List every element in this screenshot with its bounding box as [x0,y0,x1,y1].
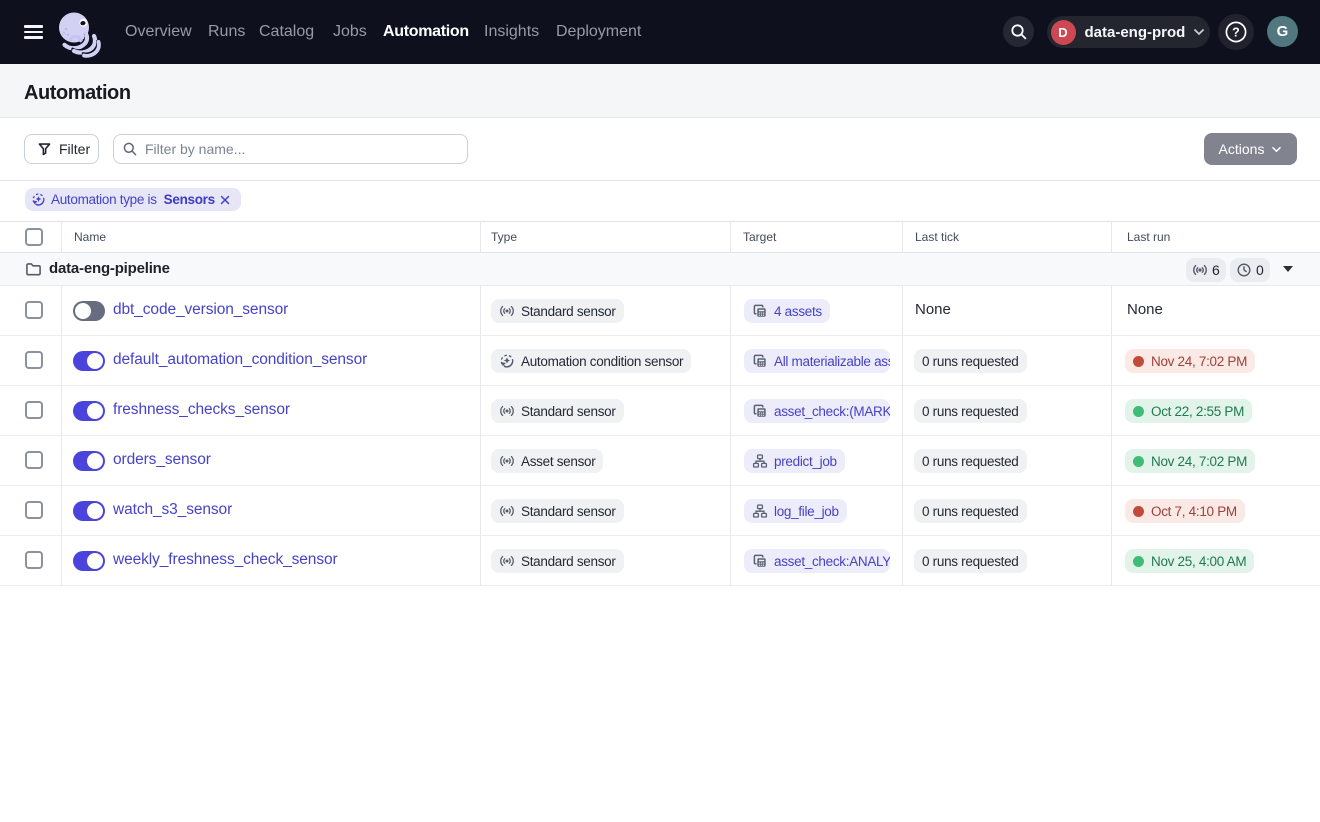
svg-text:?: ? [1232,25,1240,39]
